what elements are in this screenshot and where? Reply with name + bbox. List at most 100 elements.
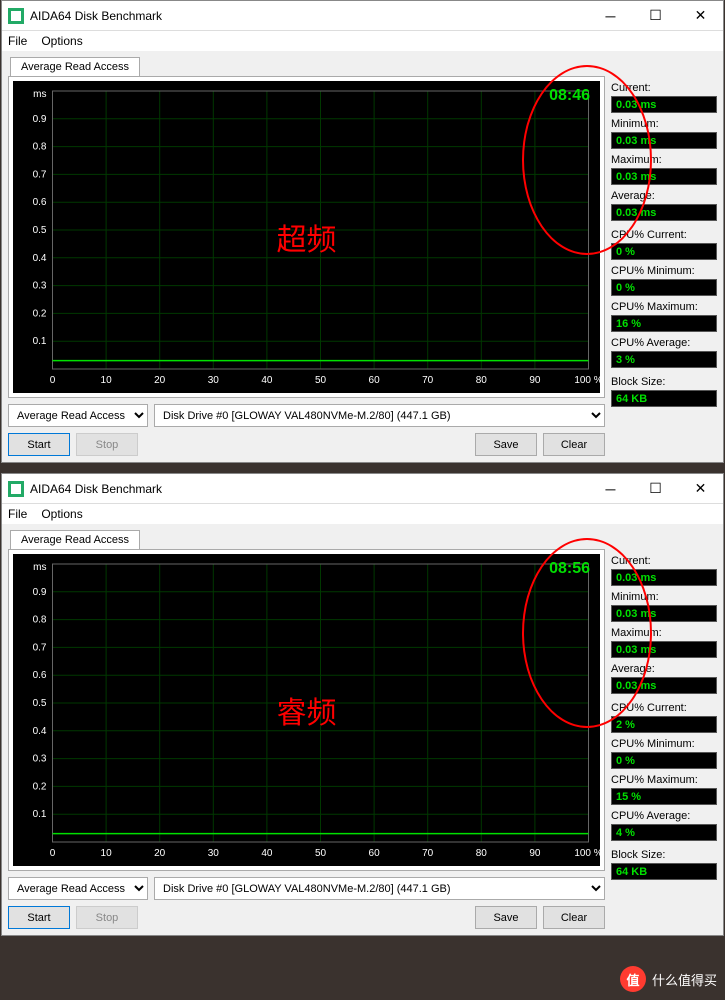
svg-text:ms: ms [33, 89, 46, 100]
svg-text:0.7: 0.7 [33, 642, 47, 653]
maximum-value: 0.03 ms [611, 641, 717, 658]
block-size-value: 64 KB [611, 390, 717, 407]
menu-file[interactable]: File [8, 507, 27, 521]
svg-text:0.5: 0.5 [33, 698, 47, 709]
svg-text:80: 80 [476, 375, 488, 386]
annotation-label: 超频 [277, 215, 337, 259]
svg-text:0: 0 [50, 375, 56, 386]
current-value: 0.03 ms [611, 96, 717, 113]
minimum-value: 0.03 ms [611, 605, 717, 622]
svg-text:0.4: 0.4 [33, 726, 47, 737]
cpu-minimum-label: CPU% Minimum: [611, 265, 717, 277]
chart-panel: 0.10.20.30.40.50.60.70.80.90102030405060… [8, 76, 605, 398]
current-label: Current: [611, 82, 717, 94]
maximum-value: 0.03 ms [611, 168, 717, 185]
tab-average-read-access[interactable]: Average Read Access [10, 530, 140, 549]
watermark-text: 什么值得买 [652, 970, 717, 989]
benchmark-chart: 0.10.20.30.40.50.60.70.80.90102030405060… [13, 554, 600, 866]
minimize-button[interactable]: ─ [588, 1, 633, 31]
svg-text:10: 10 [101, 848, 113, 859]
cpu-minimum-value: 0 % [611, 752, 717, 769]
maximize-button[interactable]: ☐ [633, 474, 678, 504]
current-label: Current: [611, 555, 717, 567]
svg-text:0.3: 0.3 [33, 754, 47, 765]
cpu-minimum-value: 0 % [611, 279, 717, 296]
svg-text:40: 40 [261, 848, 273, 859]
menu-file[interactable]: File [8, 34, 27, 48]
cpu-maximum-label: CPU% Maximum: [611, 774, 717, 786]
clear-button[interactable]: Clear [543, 433, 605, 456]
cpu-average-label: CPU% Average: [611, 810, 717, 822]
svg-text:0.3: 0.3 [33, 281, 47, 292]
menu-options[interactable]: Options [41, 507, 82, 521]
stats-panel: Current: 0.03 ms Minimum: 0.03 ms Maximu… [611, 57, 717, 456]
test-type-select[interactable]: Average Read Access [8, 404, 148, 427]
svg-text:50: 50 [315, 375, 327, 386]
elapsed-time: 08:56 [549, 560, 590, 578]
average-value: 0.03 ms [611, 677, 717, 694]
svg-text:20: 20 [154, 848, 166, 859]
window-title: AIDA64 Disk Benchmark [30, 482, 588, 496]
start-button[interactable]: Start [8, 906, 70, 929]
save-button[interactable]: Save [475, 906, 537, 929]
maximum-label: Maximum: [611, 627, 717, 639]
test-type-select[interactable]: Average Read Access [8, 877, 148, 900]
benchmark-chart: 0.10.20.30.40.50.60.70.80.90102030405060… [13, 81, 600, 393]
svg-text:0.9: 0.9 [33, 587, 47, 598]
close-button[interactable]: ✕ [678, 1, 723, 31]
average-value: 0.03 ms [611, 204, 717, 221]
svg-text:ms: ms [33, 562, 46, 573]
svg-text:60: 60 [369, 848, 381, 859]
svg-text:70: 70 [422, 848, 434, 859]
close-button[interactable]: ✕ [678, 474, 723, 504]
menu-options[interactable]: Options [41, 34, 82, 48]
start-button[interactable]: Start [8, 433, 70, 456]
block-size-label: Block Size: [611, 376, 717, 388]
clear-button[interactable]: Clear [543, 906, 605, 929]
block-size-label: Block Size: [611, 849, 717, 861]
cpu-average-label: CPU% Average: [611, 337, 717, 349]
svg-text:0.6: 0.6 [33, 670, 47, 681]
cpu-current-value: 2 % [611, 716, 717, 733]
window-title: AIDA64 Disk Benchmark [30, 9, 588, 23]
svg-text:40: 40 [261, 375, 273, 386]
maximize-button[interactable]: ☐ [633, 1, 678, 31]
svg-text:0.1: 0.1 [33, 336, 47, 347]
svg-text:0.7: 0.7 [33, 169, 47, 180]
app-icon [8, 8, 24, 24]
disk-drive-select[interactable]: Disk Drive #0 [GLOWAY VAL480NVMe-M.2/80]… [154, 877, 605, 900]
svg-text:20: 20 [154, 375, 166, 386]
svg-text:80: 80 [476, 848, 488, 859]
save-button[interactable]: Save [475, 433, 537, 456]
svg-text:0.5: 0.5 [33, 225, 47, 236]
cpu-maximum-value: 15 % [611, 788, 717, 805]
svg-text:0.9: 0.9 [33, 114, 47, 125]
current-value: 0.03 ms [611, 569, 717, 586]
minimum-label: Minimum: [611, 591, 717, 603]
svg-text:0.4: 0.4 [33, 253, 47, 264]
svg-text:50: 50 [315, 848, 327, 859]
svg-text:0.8: 0.8 [33, 142, 47, 153]
disk-drive-select[interactable]: Disk Drive #0 [GLOWAY VAL480NVMe-M.2/80]… [154, 404, 605, 427]
elapsed-time: 08:46 [549, 87, 590, 105]
svg-text:100 %: 100 % [574, 848, 600, 859]
stop-button: Stop [76, 433, 138, 456]
maximum-label: Maximum: [611, 154, 717, 166]
minimize-button[interactable]: ─ [588, 474, 633, 504]
chart-panel: 0.10.20.30.40.50.60.70.80.90102030405060… [8, 549, 605, 871]
titlebar[interactable]: AIDA64 Disk Benchmark ─ ☐ ✕ [2, 1, 723, 31]
block-size-value: 64 KB [611, 863, 717, 880]
app-window: AIDA64 Disk Benchmark ─ ☐ ✕ File Options… [1, 0, 724, 463]
svg-text:90: 90 [529, 848, 541, 859]
average-label: Average: [611, 663, 717, 675]
cpu-current-label: CPU% Current: [611, 229, 717, 241]
cpu-current-value: 0 % [611, 243, 717, 260]
svg-text:0.2: 0.2 [33, 781, 47, 792]
svg-text:0.2: 0.2 [33, 308, 47, 319]
svg-text:0: 0 [50, 848, 56, 859]
watermark-logo: 值 [620, 966, 646, 992]
minimum-value: 0.03 ms [611, 132, 717, 149]
tab-average-read-access[interactable]: Average Read Access [10, 57, 140, 76]
titlebar[interactable]: AIDA64 Disk Benchmark ─ ☐ ✕ [2, 474, 723, 504]
svg-text:10: 10 [101, 375, 113, 386]
